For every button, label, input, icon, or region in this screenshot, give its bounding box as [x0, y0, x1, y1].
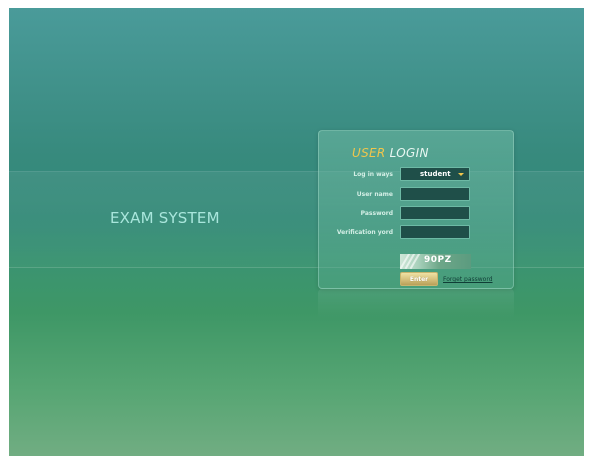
username-label: User name [356, 191, 393, 198]
captcha-code: 90PZ [424, 255, 452, 265]
chevron-down-icon [458, 173, 464, 176]
login-title: USER LOGIN [352, 146, 429, 160]
panel-reflection [318, 289, 514, 319]
login-panel: USER LOGIN Log in ways student User name… [318, 130, 514, 289]
username-input[interactable] [400, 187, 470, 201]
password-label: Password [360, 210, 393, 217]
password-input[interactable] [400, 206, 470, 220]
title-rest: LOGIN [389, 146, 429, 160]
login-screen: EXAM SYSTEM USER LOGIN Log in ways stude… [9, 8, 584, 456]
title-accent: USER [352, 146, 386, 160]
enter-button[interactable]: Enter [400, 272, 438, 286]
captcha-image[interactable]: 90PZ [400, 254, 471, 269]
forgot-password-link[interactable]: Forget password [443, 276, 493, 283]
app-brand: EXAM SYSTEM [110, 209, 220, 227]
verification-label: Verification yord [336, 229, 393, 236]
login-way-label: Log in ways [353, 171, 393, 178]
verification-input[interactable] [400, 225, 470, 239]
login-way-value: student [420, 170, 451, 178]
login-way-select[interactable]: student [400, 167, 470, 181]
